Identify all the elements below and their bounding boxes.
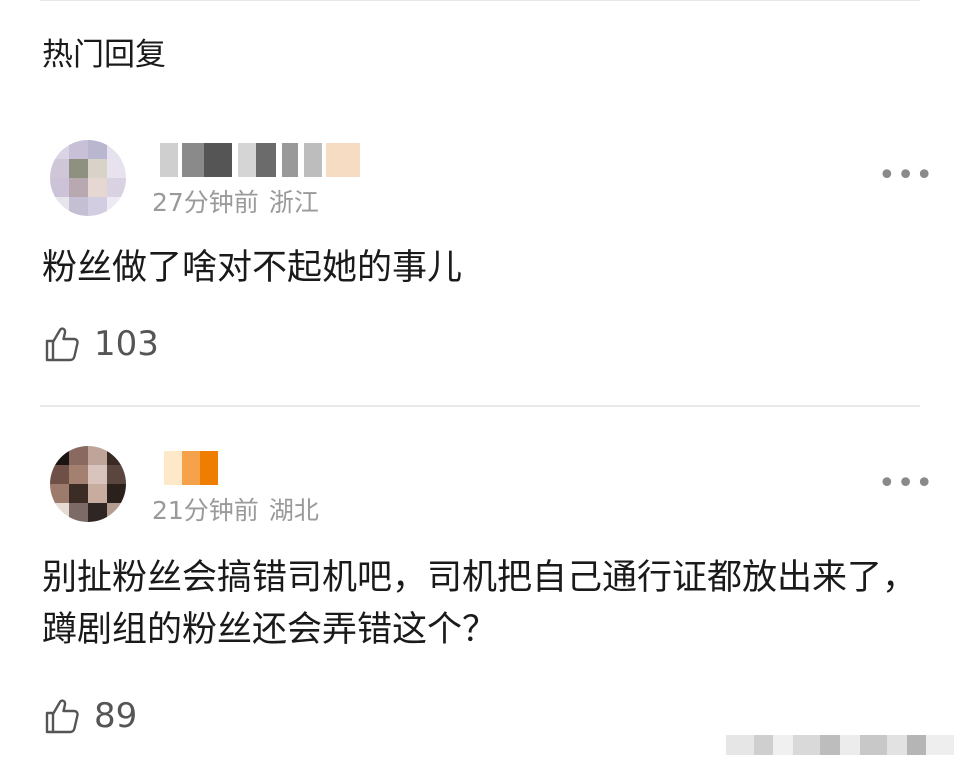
comment-time: 21分钟前 [152, 496, 259, 525]
comment-item: 21分钟前 湖北 ••• 别扯粉丝会搞错司机吧，司机把自己通行证都放出来了，蹲剧组… [0, 0, 960, 736]
username-pixel [164, 451, 182, 485]
watermark-pixel [792, 735, 821, 755]
watermark-pixel [726, 735, 754, 755]
avatar-pixel [88, 503, 107, 522]
thumbs-up-icon [45, 699, 79, 734]
avatar-pixel [50, 503, 69, 522]
avatar-pixel [88, 446, 107, 465]
watermark-pixel [887, 735, 907, 755]
username-pixel [200, 451, 218, 485]
comment-location: 湖北 [268, 496, 319, 525]
watermark-pixel [753, 735, 774, 755]
avatar-pixel [107, 503, 126, 522]
comment-text: 别扯粉丝会搞错司机吧，司机把自己通行证都放出来了，蹲剧组的粉丝还会弄错这个？ [42, 558, 918, 650]
avatar-pixel [107, 465, 126, 484]
username-blurred[interactable] [164, 451, 218, 485]
avatar-pixel [88, 465, 107, 484]
avatar[interactable] [50, 446, 126, 522]
avatar-pixel [107, 484, 126, 503]
thumbs-up-icon [45, 327, 79, 362]
avatar-pixel [69, 503, 88, 522]
avatar-pixel [69, 446, 88, 465]
like-button[interactable]: 89 [42, 696, 137, 736]
watermark-pixel [859, 735, 888, 755]
watermark-pixel [926, 735, 954, 755]
watermark-pixel [820, 735, 840, 755]
like-count: 103 [94, 324, 159, 364]
username-pixel [182, 451, 200, 485]
watermark-pixel [773, 735, 793, 755]
watermark-pixel [840, 735, 860, 755]
like-count: 89 [94, 696, 138, 736]
avatar-pixel [50, 446, 69, 465]
avatar-pixel [107, 446, 126, 465]
avatar-pixel [88, 484, 107, 503]
like-button[interactable]: 103 [42, 324, 159, 364]
avatar-pixel [50, 465, 69, 484]
watermark-blurred [726, 732, 954, 758]
watermark-pixel [906, 735, 927, 755]
avatar-pixel [50, 484, 69, 503]
more-options-button[interactable]: ••• [878, 469, 934, 499]
comment-divider [40, 405, 920, 407]
avatar-pixel [69, 484, 88, 503]
comment-meta: 21分钟前 湖北 [152, 494, 319, 528]
avatar-pixel [69, 465, 88, 484]
